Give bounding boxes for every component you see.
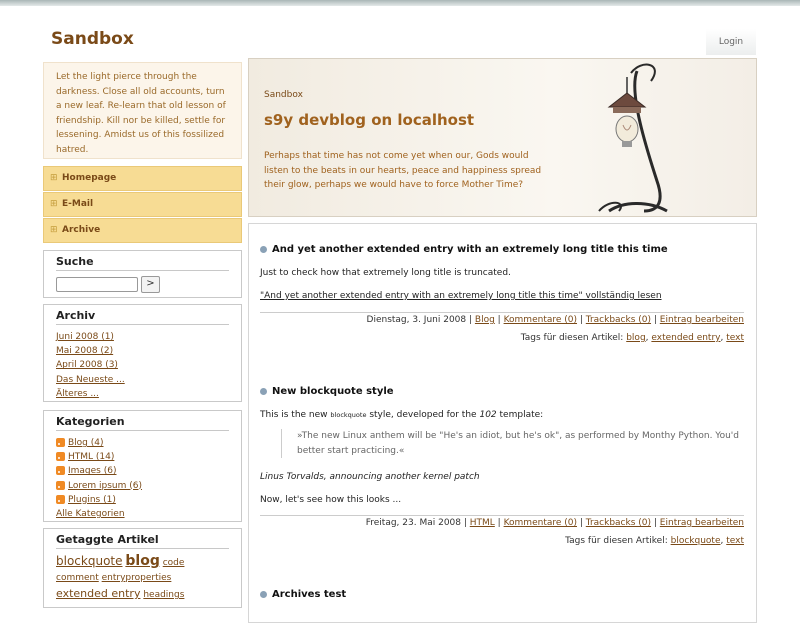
entry-body: Just to check how that extremely long ti…: [260, 268, 511, 278]
tag-link[interactable]: extended entry: [651, 333, 720, 343]
entry-meta: Dienstag, 3. Juni 2008 | Blog | Kommenta…: [366, 315, 744, 325]
entry-bullet-icon: [260, 590, 267, 598]
category-link[interactable]: HTML (14): [68, 452, 114, 462]
entry-body: This is the new blockquote style, develo…: [260, 410, 543, 420]
site-title[interactable]: Sandbox: [51, 29, 134, 49]
comments-link[interactable]: Kommentare (0): [504, 315, 577, 325]
tag-link[interactable]: text: [726, 333, 744, 343]
tag-link[interactable]: entryproperties: [102, 573, 172, 583]
entry-tags: Tags für diesen Artikel: blog, extended …: [520, 333, 744, 343]
entry-bullet-icon: [260, 245, 267, 253]
top-bar: [0, 0, 800, 6]
tags-label: Tags für diesen Artikel:: [565, 536, 668, 546]
tags-label: Tags für diesen Artikel:: [520, 333, 624, 343]
tag-link[interactable]: extended entry: [56, 587, 140, 600]
tag-link[interactable]: code: [163, 558, 185, 568]
entry-tags: Tags für diesen Artikel: blockquote, tex…: [565, 536, 744, 546]
category-link[interactable]: Blog (4): [68, 438, 104, 448]
search-button[interactable]: >: [141, 276, 160, 293]
search-input[interactable]: [56, 277, 138, 292]
rss-feed-icon[interactable]: [56, 438, 65, 447]
entry-title-text: New blockquote style: [272, 386, 394, 397]
category-link[interactable]: HTML: [470, 518, 495, 528]
entry-title-text: And yet another extended entry with an e…: [272, 244, 668, 255]
divider: [260, 515, 744, 516]
archive-link[interactable]: Mai 2008 (2): [56, 346, 113, 356]
tag-link[interactable]: blog: [125, 553, 159, 569]
rss-feed-icon[interactable]: [56, 466, 65, 476]
header-site-name[interactable]: Sandbox: [264, 90, 303, 100]
tag-link[interactable]: blog: [626, 333, 645, 343]
tag-link[interactable]: blockquote: [56, 554, 123, 568]
tags-widget: Getaggte Artikel blockquote blog code co…: [43, 528, 242, 608]
archive-link[interactable]: Das Neueste ...: [56, 375, 125, 385]
tag-link[interactable]: blockquote: [671, 536, 721, 546]
body-text: This is the new: [260, 410, 328, 420]
entry-date: Dienstag, 3. Juni 2008: [366, 315, 467, 325]
code-text: blockquote: [330, 411, 367, 419]
plus-icon: ⊞: [50, 225, 58, 235]
category-link[interactable]: Blog: [475, 315, 495, 325]
trackbacks-link[interactable]: Trackbacks (0): [586, 315, 651, 325]
body-text: template:: [499, 410, 544, 420]
category-link[interactable]: Images (6): [68, 466, 117, 476]
read-more-link[interactable]: "And yet another extended entry with an …: [260, 291, 662, 301]
emphasis-text: 102: [479, 410, 497, 420]
sidebar-item-label: Archive: [62, 225, 101, 235]
lamp-illustration: [598, 63, 668, 213]
entry-title[interactable]: And yet another extended entry with an e…: [260, 244, 668, 255]
rss-feed-icon[interactable]: [56, 494, 65, 504]
entry-title[interactable]: New blockquote style: [260, 386, 394, 397]
widget-title: Suche: [56, 255, 229, 271]
sidebar-item-label: E-Mail: [62, 199, 94, 209]
body-text: style, developed for the: [369, 410, 477, 420]
widget-title: Kategorien: [56, 415, 229, 431]
archive-link[interactable]: April 2008 (3): [56, 360, 118, 370]
entry-meta: Freitag, 23. Mai 2008 | HTML | Kommentar…: [365, 518, 744, 528]
archive-widget: Archiv Juni 2008 (1) Mai 2008 (2) April …: [43, 304, 242, 402]
plus-icon: ⊞: [50, 173, 58, 183]
rss-feed-icon[interactable]: [56, 480, 65, 490]
plus-icon: ⊞: [50, 199, 58, 209]
rss-feed-icon[interactable]: [56, 452, 65, 462]
sidebar-item-archive[interactable]: ⊞ Archive: [43, 218, 242, 243]
categories-widget: Kategorien Blog (4) HTML (14) Images (6)…: [43, 410, 242, 522]
entry-title-text: Archives test: [272, 589, 347, 600]
edit-entry-link[interactable]: Eintrag bearbeiten: [660, 315, 744, 325]
header-title[interactable]: s9y devblog on localhost: [264, 111, 474, 129]
sidebar-tagline: Let the light pierce through the darknes…: [43, 62, 242, 159]
quote-attribution: Linus Torvalds, announcing another kerne…: [260, 472, 480, 482]
trackbacks-link[interactable]: Trackbacks (0): [586, 518, 651, 528]
entry-title[interactable]: Archives test: [260, 589, 346, 600]
divider: [260, 312, 744, 313]
blockquote: »The new Linux anthem will be "He's an i…: [281, 429, 757, 458]
sidebar-item-homepage[interactable]: ⊞ Homepage: [43, 166, 242, 191]
comments-link[interactable]: Kommentare (0): [504, 518, 577, 528]
tag-link[interactable]: headings: [143, 590, 184, 600]
category-link[interactable]: Lorem ipsum (6): [68, 481, 142, 491]
login-button[interactable]: Login: [706, 29, 756, 55]
sidebar-item-email[interactable]: ⊞ E-Mail: [43, 192, 242, 217]
archive-link[interactable]: Älteres ...: [56, 389, 99, 399]
category-link[interactable]: Plugins (1): [68, 495, 116, 505]
tag-link[interactable]: text: [726, 536, 744, 546]
main-content: [248, 223, 757, 623]
header-description: Perhaps that time has not come yet when …: [264, 151, 542, 190]
entry-bullet-icon: [260, 387, 267, 395]
widget-title: Archiv: [56, 309, 229, 325]
sidebar-item-label: Homepage: [62, 173, 117, 183]
entry-date: Freitag, 23. Mai 2008: [365, 518, 461, 528]
entry-body: Now, let's see how this looks ...: [260, 495, 402, 505]
archive-link[interactable]: Juni 2008 (1): [56, 332, 114, 342]
widget-title: Getaggte Artikel: [56, 533, 229, 549]
search-widget: Suche >: [43, 250, 242, 298]
all-categories-link[interactable]: Alle Kategorien: [56, 509, 125, 519]
tag-link[interactable]: comment: [56, 573, 99, 583]
header-banner: Sandbox s9y devblog on localhost Perhaps…: [248, 58, 757, 217]
edit-entry-link[interactable]: Eintrag bearbeiten: [660, 518, 744, 528]
